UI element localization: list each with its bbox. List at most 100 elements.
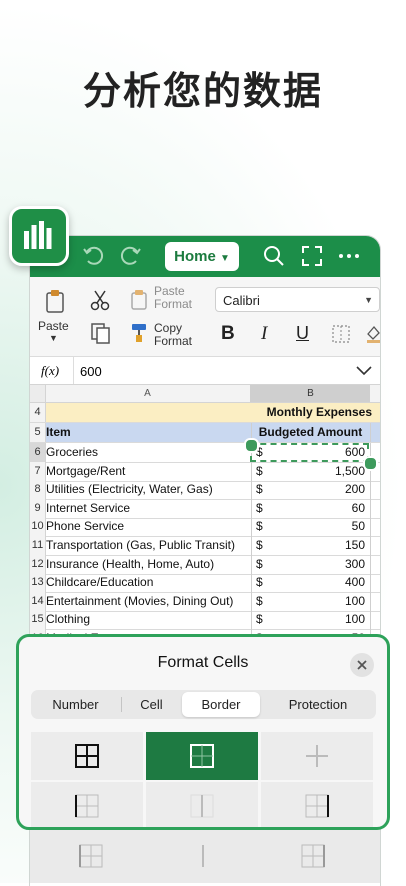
table-header-row[interactable]: 5 Item Budgeted Amount xyxy=(30,423,380,443)
tab-number[interactable]: Number xyxy=(33,692,118,717)
row-number: 5 xyxy=(30,423,46,442)
column-header-b[interactable]: B xyxy=(251,385,370,402)
border-left-icon[interactable] xyxy=(78,843,104,869)
border-inside-icon xyxy=(306,745,328,767)
tab-protection[interactable]: Protection xyxy=(262,692,374,717)
table-row[interactable]: 15 Clothing $100 xyxy=(30,610,380,631)
cell-item[interactable]: Insurance (Health, Home, Auto) xyxy=(45,554,252,574)
border-right-icon[interactable] xyxy=(300,843,326,869)
paste-icon[interactable] xyxy=(45,289,65,313)
undo-icon[interactable] xyxy=(82,244,106,268)
cell-amount[interactable]: $100 xyxy=(251,591,371,611)
paste-format-icon[interactable] xyxy=(130,289,150,311)
home-tab-dropdown[interactable]: Home ▼ xyxy=(165,242,239,271)
bold-button[interactable]: B xyxy=(221,323,235,345)
expand-icon[interactable] xyxy=(300,244,324,268)
more-icon[interactable] xyxy=(337,244,361,268)
currency-symbol: $ xyxy=(256,538,263,552)
format-tabs: Number Cell Border Protection xyxy=(31,690,376,719)
cell-amount[interactable]: $400 xyxy=(251,573,371,593)
home-ribbon: Paste ▼ Paste Format Copy Format Calibri ▼… xyxy=(30,277,380,357)
border-inside-option[interactable] xyxy=(261,732,373,780)
cell-item[interactable]: Utilities (Electricity, Water, Gas) xyxy=(45,480,252,500)
currency-symbol: $ xyxy=(256,500,263,515)
table-row[interactable]: 13 Childcare/Education $400 xyxy=(30,573,380,594)
chevron-down-icon[interactable]: ▼ xyxy=(49,333,58,343)
cell-item[interactable]: Mortgage/Rent xyxy=(45,461,252,481)
tab-border[interactable]: Border xyxy=(182,692,260,717)
headline: 分析您的数据 xyxy=(82,69,323,113)
paste-label[interactable]: Paste xyxy=(38,319,69,333)
tab-cell[interactable]: Cell xyxy=(123,692,180,717)
row-number[interactable]: 13 xyxy=(30,573,46,593)
cell-item[interactable]: Transportation (Gas, Public Transit) xyxy=(45,536,252,555)
selection-handle-start[interactable] xyxy=(244,438,259,453)
fill-color-icon[interactable] xyxy=(366,324,380,344)
cell-amount[interactable]: $150 xyxy=(251,536,371,555)
border-right-icon xyxy=(305,794,329,818)
row-number[interactable]: 15 xyxy=(30,610,46,630)
cell-amount[interactable]: $1,500 xyxy=(251,461,371,481)
close-button[interactable] xyxy=(350,653,374,677)
italic-button[interactable]: I xyxy=(261,323,267,345)
cell-item[interactable]: Phone Service xyxy=(45,517,252,537)
cell-item[interactable]: Internet Service xyxy=(45,498,252,518)
border-outside-option[interactable] xyxy=(146,732,258,780)
border-all-option[interactable] xyxy=(31,732,143,780)
row-number[interactable]: 8 xyxy=(30,480,46,500)
border-center-option[interactable] xyxy=(146,782,258,827)
format-painter-icon[interactable] xyxy=(130,321,152,343)
border-vertical-icon[interactable] xyxy=(190,843,216,869)
row-number[interactable]: 11 xyxy=(30,536,46,555)
amount-value: 300 xyxy=(344,556,365,571)
border-vertical-icon xyxy=(190,794,214,818)
copy-format-label[interactable]: Copy Format xyxy=(154,322,192,348)
selection-handle-end[interactable] xyxy=(363,456,378,471)
cell-amount[interactable]: $100 xyxy=(251,610,371,630)
table-row[interactable]: 12 Insurance (Health, Home, Auto) $300 xyxy=(30,554,380,575)
table-row[interactable]: 4 Monthly Expenses xyxy=(30,403,380,423)
border-left-option[interactable] xyxy=(31,782,143,827)
amount-value: 200 xyxy=(344,482,365,497)
currency-symbol: $ xyxy=(256,556,263,571)
table-row[interactable]: 11 Transportation (Gas, Public Transit) $1… xyxy=(30,536,380,556)
row-number[interactable]: 10 xyxy=(30,517,46,537)
row-number[interactable]: 12 xyxy=(30,554,46,574)
border-right-option[interactable] xyxy=(261,782,373,827)
underline-button[interactable]: U xyxy=(296,323,309,344)
font-name-select[interactable]: Calibri ▼ xyxy=(215,287,380,312)
cell-item[interactable]: Childcare/Education xyxy=(45,573,252,593)
formula-input[interactable]: 600 xyxy=(80,364,102,379)
border-all-icon xyxy=(75,744,99,768)
function-icon[interactable]: f(x) xyxy=(41,363,59,379)
table-row[interactable]: 7 Mortgage/Rent $1,500 xyxy=(30,461,380,482)
cell-amount[interactable]: $300 xyxy=(251,554,371,574)
selected-cell[interactable] xyxy=(250,443,369,462)
cut-icon[interactable] xyxy=(90,289,110,311)
row-number[interactable]: 9 xyxy=(30,498,46,518)
currency-symbol: $ xyxy=(256,482,263,497)
cell-amount[interactable]: $50 xyxy=(251,517,371,537)
chevron-down-icon[interactable] xyxy=(356,366,372,376)
table-row[interactable]: 9 Internet Service $60 xyxy=(30,498,380,519)
paste-format-label[interactable]: Paste Format xyxy=(154,285,192,311)
row-number[interactable]: 7 xyxy=(30,461,46,481)
amount-value: 50 xyxy=(351,519,365,534)
cell-item[interactable]: Clothing xyxy=(45,610,252,630)
redo-icon[interactable] xyxy=(118,244,142,268)
column-header-a[interactable]: A xyxy=(45,385,251,402)
cell-amount[interactable]: $60 xyxy=(251,498,371,518)
row-number[interactable]: 6 xyxy=(30,443,46,462)
table-row[interactable]: 14 Entertainment (Movies, Dining Out) $100 xyxy=(30,591,380,612)
table-row[interactable]: 10 Phone Service $50 xyxy=(30,517,380,538)
cell-amount[interactable]: $200 xyxy=(251,480,371,500)
panel-title: Format Cells xyxy=(157,654,249,671)
table-row[interactable]: 8 Utilities (Electricity, Water, Gas) $200 xyxy=(30,480,380,501)
search-icon[interactable] xyxy=(262,244,286,268)
copy-icon[interactable] xyxy=(90,322,112,344)
amount-value: 60 xyxy=(351,500,365,515)
cell-item[interactable]: Groceries xyxy=(45,443,252,462)
row-number[interactable]: 14 xyxy=(30,591,46,611)
cell-item[interactable]: Entertainment (Movies, Dining Out) xyxy=(45,591,252,611)
borders-icon[interactable] xyxy=(331,324,351,344)
